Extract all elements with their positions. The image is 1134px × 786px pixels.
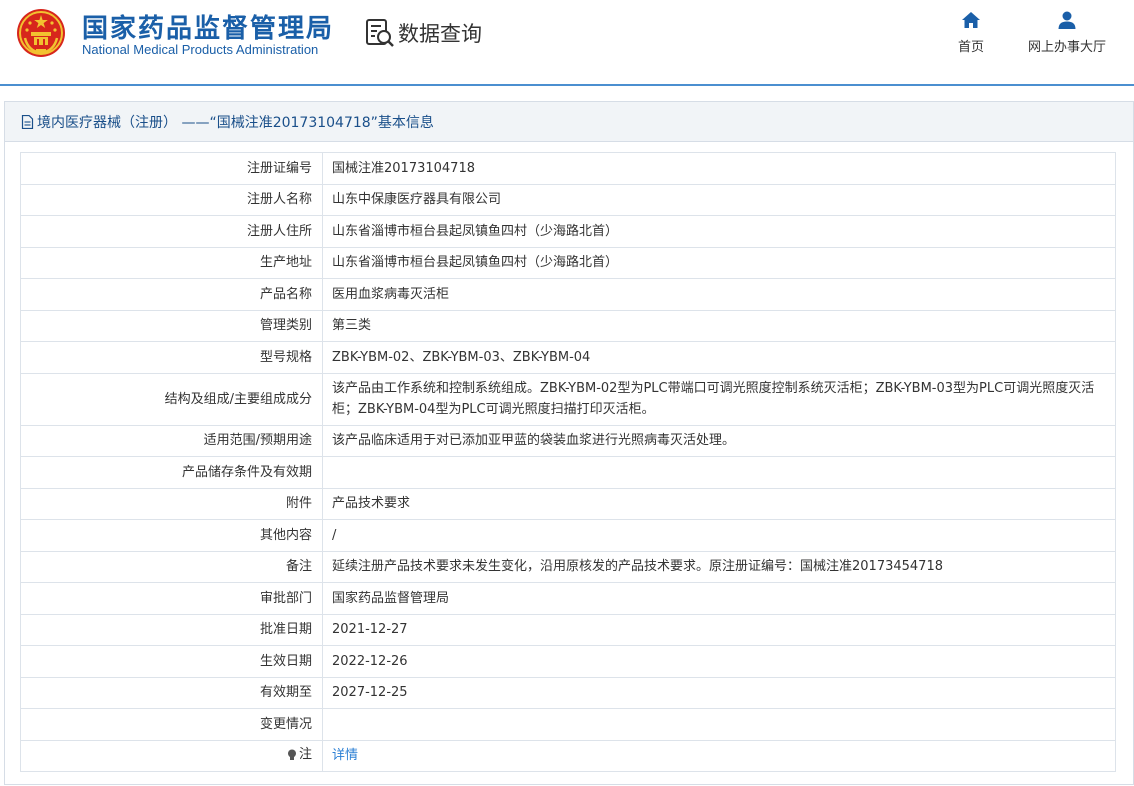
table-row: 注 详情 (20, 739, 1116, 772)
panel-title: 境内医疗器械（注册） ——“国械注准20173104718”基本信息 (5, 102, 1133, 142)
table-row: 生效日期 2022-12-26 (20, 645, 1116, 678)
details-link[interactable]: 详情 (322, 739, 1116, 772)
table-row: 注册证编号 国械注准20173104718 (20, 152, 1116, 185)
field-label: 生效日期 (20, 645, 323, 678)
field-label: 备注 (20, 550, 323, 583)
panel-title-text: 境内医疗器械（注册） ——“国械注准20173104718”基本信息 (37, 114, 434, 131)
field-value: 该产品由工作系统和控制系统组成。ZBK-YBM-02型为PLC带端口可调光照度控… (322, 372, 1116, 426)
note-label-wrap: 注 (287, 744, 312, 765)
field-value: 山东中保康医疗器具有限公司 (322, 183, 1116, 216)
national-emblem-icon (17, 9, 65, 57)
field-label: 其他内容 (20, 519, 323, 552)
field-label: 结构及组成/主要组成成分 (20, 372, 323, 426)
table-row: 附件 产品技术要求 (20, 487, 1116, 520)
field-label: 型号规格 (20, 341, 323, 374)
field-value: 2022-12-26 (322, 645, 1116, 678)
table-row: 有效期至 2027-12-25 (20, 676, 1116, 709)
field-label: 适用范围/预期用途 (20, 424, 323, 457)
data-query-link[interactable]: 数据查询 (364, 17, 482, 49)
home-icon (962, 12, 980, 28)
field-label: 注册人住所 (20, 215, 323, 248)
field-value: 第三类 (322, 309, 1116, 342)
field-value (322, 456, 1116, 489)
field-label: 附件 (20, 487, 323, 520)
field-label: 审批部门 (20, 582, 323, 615)
field-value: ZBK-YBM-02、ZBK-YBM-03、ZBK-YBM-04 (322, 341, 1116, 374)
field-value: 延续注册产品技术要求未发生变化，沿用原核发的产品技术要求。原注册证编号：国械注准… (322, 550, 1116, 583)
table-row: 结构及组成/主要组成成分 该产品由工作系统和控制系统组成。ZBK-YBM-02型… (20, 372, 1116, 426)
nav-home-label: 首页 (957, 40, 984, 55)
nav-home[interactable]: 首页 (946, 10, 996, 55)
table-row: 生产地址 山东省淄博市桓台县起凤镇鱼四村（少海路北首） (20, 246, 1116, 279)
field-value: 医用血浆病毒灭活柜 (322, 278, 1116, 311)
table-row: 注册人住所 山东省淄博市桓台县起凤镇鱼四村（少海路北首） (20, 215, 1116, 248)
table-row: 变更情况 (20, 708, 1116, 741)
field-label: 注册人名称 (20, 183, 323, 216)
field-label: 变更情况 (20, 708, 323, 741)
field-label: 产品储存条件及有效期 (20, 456, 323, 489)
data-query-icon (366, 19, 394, 47)
field-label: 管理类别 (20, 309, 323, 342)
field-label: 产品名称 (20, 278, 323, 311)
user-icon (1058, 11, 1076, 29)
table-row: 管理类别 第三类 (20, 309, 1116, 342)
table-row: 适用范围/预期用途 该产品临床适用于对已添加亚甲蓝的袋装血浆进行光照病毒灭活处理… (20, 424, 1116, 457)
bulb-icon (287, 749, 296, 760)
document-icon (21, 114, 34, 129)
site-header: 国家药品监督管理局 National Medical Products Admi… (0, 0, 1134, 86)
field-label: 批准日期 (20, 613, 323, 646)
note-label-cell: 注 (20, 739, 323, 772)
table-row: 审批部门 国家药品监督管理局 (20, 582, 1116, 615)
registration-info-table: 注册证编号 国械注准20173104718 注册人名称 山东中保康医疗器具有限公… (20, 152, 1116, 772)
registration-detail-panel: 境内医疗器械（注册） ——“国械注准20173104718”基本信息 注册证编号… (4, 101, 1134, 785)
field-value: 山东省淄博市桓台县起凤镇鱼四村（少海路北首） (322, 246, 1116, 279)
field-value (322, 708, 1116, 741)
table-row: 产品名称 医用血浆病毒灭活柜 (20, 278, 1116, 311)
table-row: 型号规格 ZBK-YBM-02、ZBK-YBM-03、ZBK-YBM-04 (20, 341, 1116, 374)
field-value: 山东省淄博市桓台县起凤镇鱼四村（少海路北首） (322, 215, 1116, 248)
table-row: 批准日期 2021-12-27 (20, 613, 1116, 646)
table-row: 产品储存条件及有效期 (20, 456, 1116, 489)
data-query-label: 数据查询 (398, 22, 482, 46)
field-value: 国械注准20173104718 (322, 152, 1116, 185)
field-value: 2027-12-25 (322, 676, 1116, 709)
nav-service-label: 网上办事大厅 (1027, 40, 1106, 55)
field-value: / (322, 519, 1116, 552)
nav-online-service-hall[interactable]: 网上办事大厅 (1022, 10, 1112, 55)
org-name-cn: 国家药品监督管理局 (82, 14, 335, 44)
field-label: 注 (298, 747, 312, 762)
field-value: 产品技术要求 (322, 487, 1116, 520)
field-label: 生产地址 (20, 246, 323, 279)
org-name-en: National Medical Products Administration (82, 42, 319, 57)
field-value: 2021-12-27 (322, 613, 1116, 646)
table-row: 备注 延续注册产品技术要求未发生变化，沿用原核发的产品技术要求。原注册证编号：国… (20, 550, 1116, 583)
field-label: 有效期至 (20, 676, 323, 709)
table-row: 注册人名称 山东中保康医疗器具有限公司 (20, 183, 1116, 216)
field-value: 该产品临床适用于对已添加亚甲蓝的袋装血浆进行光照病毒灭活处理。 (322, 424, 1116, 457)
field-label: 注册证编号 (20, 152, 323, 185)
table-row: 其他内容 / (20, 519, 1116, 552)
field-value: 国家药品监督管理局 (322, 582, 1116, 615)
